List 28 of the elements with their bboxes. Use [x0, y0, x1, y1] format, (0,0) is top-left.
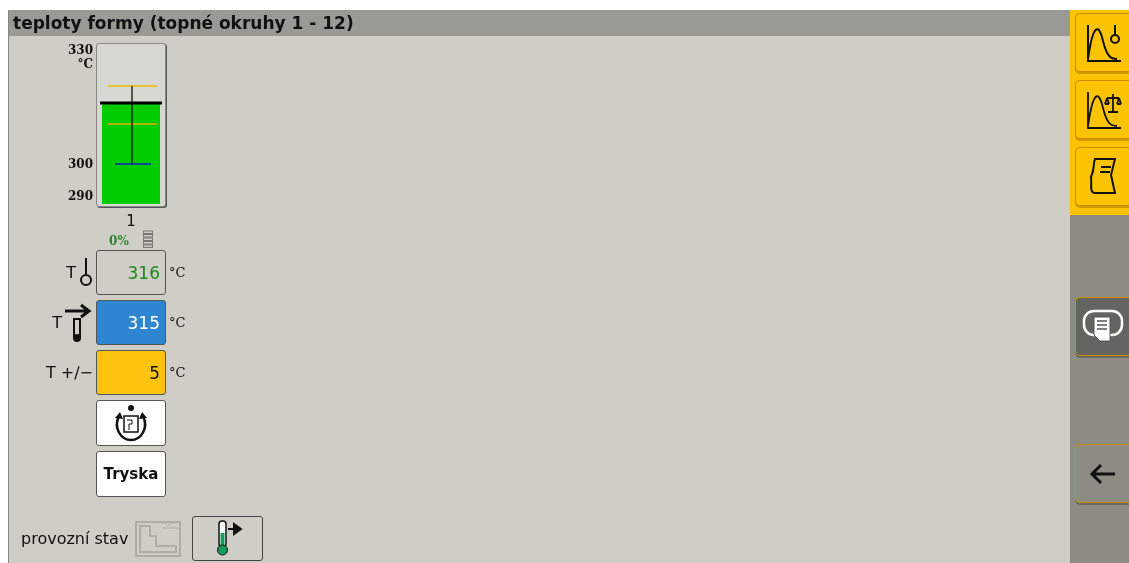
value-field[interactable]: 5 [96, 350, 166, 395]
probe-icon [79, 257, 93, 288]
window-title: teploty formy (topné okruhy 1 - 12) [13, 13, 354, 33]
field-label: T [66, 263, 76, 282]
scale-label: 330 [67, 43, 93, 57]
sidebar-button[interactable] [1075, 80, 1129, 139]
output-percent: 0% [109, 234, 129, 248]
cycle-button[interactable] [96, 400, 166, 446]
status-label: provozní stav [21, 528, 129, 548]
scale-label: 300 [67, 157, 93, 171]
scale-label: 290 [67, 189, 93, 203]
unit-label: °C [169, 365, 187, 380]
bar-stack-icon [142, 230, 153, 248]
unit-label: °C [77, 57, 93, 71]
value-field[interactable]: 315 [96, 300, 166, 345]
back-arrow-icon [1088, 462, 1117, 485]
sidebar-button[interactable] [1075, 444, 1129, 503]
nozzle-button[interactable]: Tryska [96, 451, 166, 497]
thermometer-arrow-icon [65, 302, 93, 343]
field-label: T +∕− [45, 363, 93, 382]
zone-number: 1 [126, 212, 136, 230]
field-label: T [52, 313, 62, 332]
unit-label: °C [169, 315, 187, 330]
unit-label: °C [169, 265, 187, 280]
heating-mode-button[interactable] [192, 515, 264, 561]
sidebar-button[interactable] [1075, 147, 1129, 206]
sidebar-button[interactable] [1075, 13, 1129, 72]
sidebar-button[interactable] [1075, 297, 1129, 356]
